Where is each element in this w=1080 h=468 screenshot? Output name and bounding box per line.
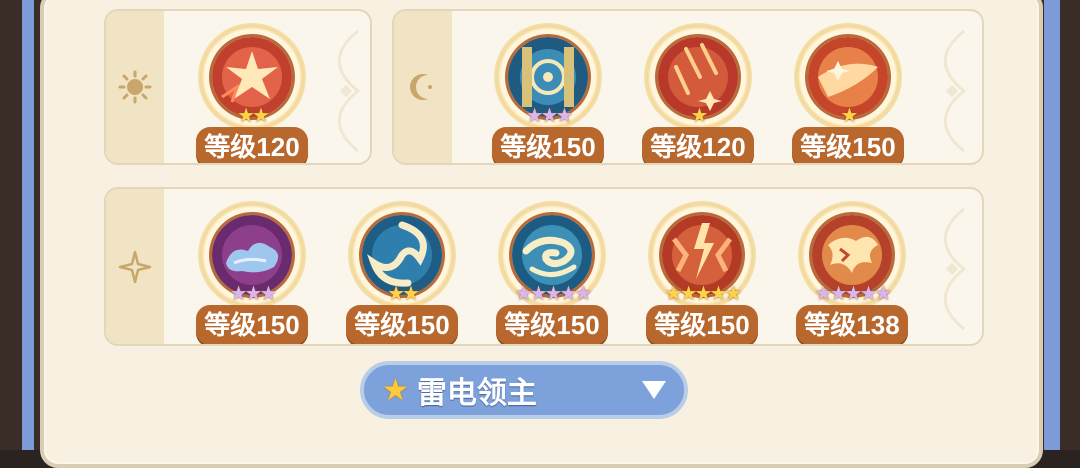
- skill-level-badge: 等级150: [496, 305, 608, 344]
- skill-stars: ★★★★★: [664, 281, 743, 305]
- tab-moon[interactable]: [394, 11, 452, 163]
- skill-slot[interactable]: ★★★★★ 等级138: [792, 195, 912, 344]
- skill-slot[interactable]: ★★ 等级150: [342, 195, 462, 344]
- skill-stars: ★★★★★: [814, 281, 893, 305]
- sun-icon: [118, 70, 152, 104]
- skill-level-badge: 等级150: [646, 305, 758, 344]
- skill-stars: ★★★: [525, 103, 574, 127]
- skill-level-badge: 等级150: [196, 305, 308, 344]
- skill-group-sun: ★★ 等级120: [104, 9, 372, 165]
- skill-level-badge: 等级138: [796, 305, 908, 344]
- skill-stars: ★: [690, 103, 709, 127]
- skill-level-badge: 等级150: [792, 127, 904, 163]
- skill-slot[interactable]: ★ 等级150: [788, 17, 908, 163]
- skill-slot[interactable]: ★★★★★ 等级150: [492, 195, 612, 344]
- skill-stars: ★★★: [229, 281, 278, 305]
- skill-group-moon: ★★★ 等级150 ★ 等级120 ★ 等级150: [392, 9, 984, 165]
- ornament-icon: [943, 207, 967, 331]
- skill-stars: ★★: [387, 281, 420, 305]
- skill-slot[interactable]: ★★ 等级120: [192, 17, 312, 163]
- skill-slot[interactable]: ★★★ 等级150: [488, 17, 608, 163]
- skill-level-badge: 等级150: [492, 127, 604, 163]
- ornament-icon: [337, 29, 361, 153]
- triangle-down-icon[interactable]: [642, 381, 666, 399]
- skill-stars: ★★★★★: [514, 281, 593, 305]
- moon-icon: [410, 74, 432, 100]
- star-icon: ★: [382, 372, 409, 408]
- sparkle-icon: [118, 250, 152, 283]
- skill-slot[interactable]: ★ 等级120: [638, 17, 758, 163]
- tab-sparkle[interactable]: [106, 189, 164, 344]
- boss-select-dropdown[interactable]: ★ 雷电领主: [360, 361, 688, 419]
- dropdown-label: 雷电领主: [416, 377, 537, 410]
- skill-stars: ★★: [237, 103, 270, 127]
- skill-slot[interactable]: ★★★★★ 等级150: [642, 195, 762, 344]
- skill-level-badge: 等级120: [642, 127, 754, 163]
- skill-group-sparkle: ★★★ 等级150 ★★ 等级150 ★★★★★ 等级150 ★★★★★ 等级1…: [104, 187, 984, 346]
- skill-stars: ★: [840, 103, 859, 127]
- skill-level-badge: 等级150: [346, 305, 458, 344]
- skill-level-badge: 等级120: [196, 127, 308, 163]
- tab-sun[interactable]: [106, 11, 164, 163]
- ornament-icon: [943, 29, 967, 153]
- skill-slot[interactable]: ★★★ 等级150: [192, 195, 312, 344]
